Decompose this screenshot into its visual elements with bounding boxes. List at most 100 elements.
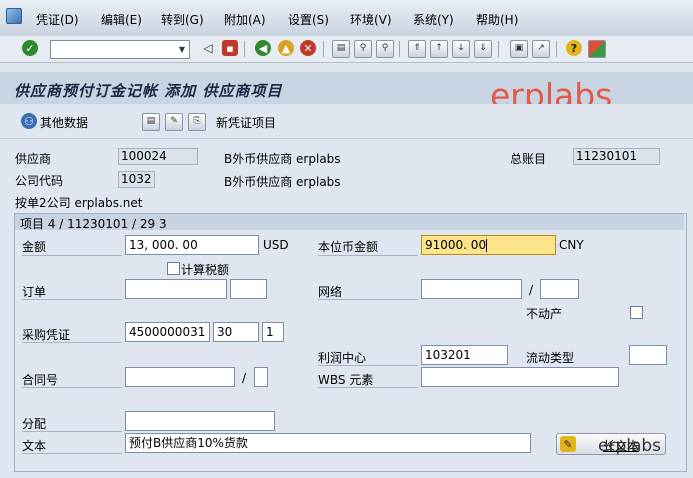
label-underline — [318, 299, 418, 300]
profit-center-input[interactable]: 103201 — [421, 345, 508, 365]
save-icon[interactable]: ▪ — [222, 40, 238, 56]
amount-currency: USD — [263, 238, 289, 252]
system-menu-icon[interactable] — [6, 8, 22, 24]
amount-label: 金额 — [22, 240, 47, 254]
wbs-label: WBS 元素 — [318, 373, 374, 387]
company-code-field: 1032 — [118, 171, 155, 188]
vendor-field: 100024 — [118, 148, 198, 165]
toolbar-separator — [323, 41, 324, 57]
edit-text-icon: ✎ — [560, 436, 576, 452]
flow-type-input[interactable] — [629, 345, 667, 365]
contract-label: 合同号 — [22, 373, 59, 387]
network-operation-input[interactable] — [540, 279, 579, 299]
enter-check-icon[interactable]: ✓ — [22, 40, 38, 56]
label-underline — [22, 431, 122, 432]
menu-help[interactable]: 帮助(H) — [476, 11, 518, 28]
next-page-icon[interactable]: ↓ — [452, 40, 470, 58]
network-input[interactable] — [421, 279, 522, 299]
find-next-icon[interactable]: ⚲ — [376, 40, 394, 58]
first-page-icon[interactable]: ⇑ — [408, 40, 426, 58]
contract-separator: / — [242, 371, 247, 385]
standard-toolbar: ✓ ▼ ◁ ▪ ◀ ▲ ✕ ▤ ⚲ ⚲ ⇑ ↑ ↓ ⇓ ▣ ↗ ? — [0, 36, 693, 63]
label-underline — [318, 255, 418, 256]
text-cursor — [486, 239, 488, 252]
label-underline — [22, 387, 122, 388]
purchasing-doc-input[interactable]: 4500000031 — [125, 322, 210, 342]
local-currency: CNY — [559, 238, 584, 252]
back-icon[interactable]: ◀ — [255, 40, 271, 56]
menu-environment[interactable]: 环境(V) — [350, 11, 392, 28]
new-document-item-button[interactable]: 新凭证项目 — [216, 114, 276, 131]
real-estate-checkbox[interactable] — [630, 306, 643, 319]
real-estate-label: 不动产 — [526, 307, 563, 321]
command-field[interactable]: ▼ — [50, 40, 190, 59]
edit-document-icon[interactable]: ✎ — [165, 113, 183, 131]
menu-goto[interactable]: 转到(G) — [161, 11, 204, 28]
collapse-left-icon[interactable]: ◁ — [200, 40, 216, 56]
toolbar-separator — [498, 41, 499, 57]
assignment-input[interactable] — [125, 411, 275, 431]
help-icon[interactable]: ? — [566, 40, 582, 56]
cancel-icon[interactable]: ✕ — [300, 40, 316, 56]
other-data-button[interactable]: 其他数据 — [40, 114, 88, 131]
item-group-title: 项目 4 / 11230101 / 29 3 — [20, 217, 167, 231]
menu-bar: 凭证(D) 编辑(E) 转到(G) 附加(A) 设置(S) 环境(V) 系统(Y… — [0, 0, 693, 37]
order-label: 订单 — [22, 285, 47, 299]
company-code-label: 公司代码 — [15, 174, 64, 188]
gl-account-label: 总账目 — [510, 152, 547, 166]
label-underline — [22, 453, 122, 454]
menu-document[interactable]: 凭证(D) — [36, 11, 79, 28]
purchasing-item-input[interactable]: 30 — [213, 322, 259, 342]
contract-input[interactable] — [125, 367, 235, 387]
toolbar-separator — [556, 41, 557, 57]
shortcut-icon[interactable]: ↗ — [532, 40, 550, 58]
text-label: 文本 — [22, 439, 47, 453]
previous-page-icon[interactable]: ↑ — [430, 40, 448, 58]
menu-system[interactable]: 系统(Y) — [413, 11, 454, 28]
label-underline — [22, 255, 122, 256]
calculate-tax-checkbox[interactable] — [167, 262, 180, 275]
vendor-name: B外币供应商 erplabs — [224, 152, 341, 166]
gl-account-field: 11230101 — [573, 148, 660, 165]
find-icon[interactable]: ⚲ — [354, 40, 372, 58]
exit-icon[interactable]: ▲ — [278, 40, 294, 56]
assignment-label: 分配 — [22, 417, 47, 431]
vendor-label: 供应商 — [15, 152, 52, 166]
calculate-tax-label: 计算税额 — [181, 263, 230, 277]
order-input[interactable] — [125, 279, 227, 299]
menu-extras[interactable]: 附加(A) — [224, 11, 266, 28]
other-data-icon[interactable]: ⚇ — [21, 113, 37, 129]
schedule-line-input[interactable]: 1 — [262, 322, 284, 342]
copy-document-icon[interactable]: ⎘ — [188, 113, 206, 131]
label-underline — [22, 299, 122, 300]
create-session-icon[interactable]: ▣ — [510, 40, 528, 58]
last-page-icon[interactable]: ⇓ — [474, 40, 492, 58]
local-amount-value: 91000. 00 — [425, 238, 487, 252]
chevron-down-icon[interactable]: ▼ — [175, 41, 189, 58]
toolbar-separator — [399, 41, 400, 57]
application-toolbar: ⚇ 其他数据 ▤ ✎ ⎘ 新凭证项目 — [0, 104, 693, 139]
contract-type-input[interactable] — [254, 367, 268, 387]
purchasing-doc-label: 采购凭证 — [22, 328, 71, 342]
menu-settings[interactable]: 设置(S) — [288, 11, 329, 28]
network-separator: / — [529, 283, 534, 297]
order-item-input[interactable] — [230, 279, 267, 299]
company-description: 按单2公司 erplabs.net — [15, 196, 143, 210]
page-title: 供应商预付订金记帐 添加 供应商项目 — [14, 82, 283, 100]
local-amount-input[interactable]: 91000. 00 — [421, 235, 556, 255]
wbs-input[interactable] — [421, 367, 619, 387]
item-text-input[interactable]: 预付B供应商10%货款 — [125, 433, 531, 453]
local-amount-label: 本位币金额 — [318, 240, 379, 254]
print-icon[interactable]: ▤ — [332, 40, 350, 58]
display-document-icon[interactable]: ▤ — [142, 113, 160, 131]
flow-type-label: 流动类型 — [526, 351, 575, 365]
layout-menu-icon[interactable] — [588, 40, 606, 58]
amount-input[interactable]: 13, 000. 00 — [125, 235, 259, 255]
menu-edit[interactable]: 编辑(E) — [101, 11, 142, 28]
profit-center-label: 利润中心 — [318, 351, 367, 365]
company-name: B外币供应商 erplabs — [224, 175, 341, 189]
network-label: 网络 — [318, 285, 343, 299]
label-underline — [318, 365, 418, 366]
toolbar-separator — [244, 41, 245, 57]
label-underline — [318, 387, 418, 388]
